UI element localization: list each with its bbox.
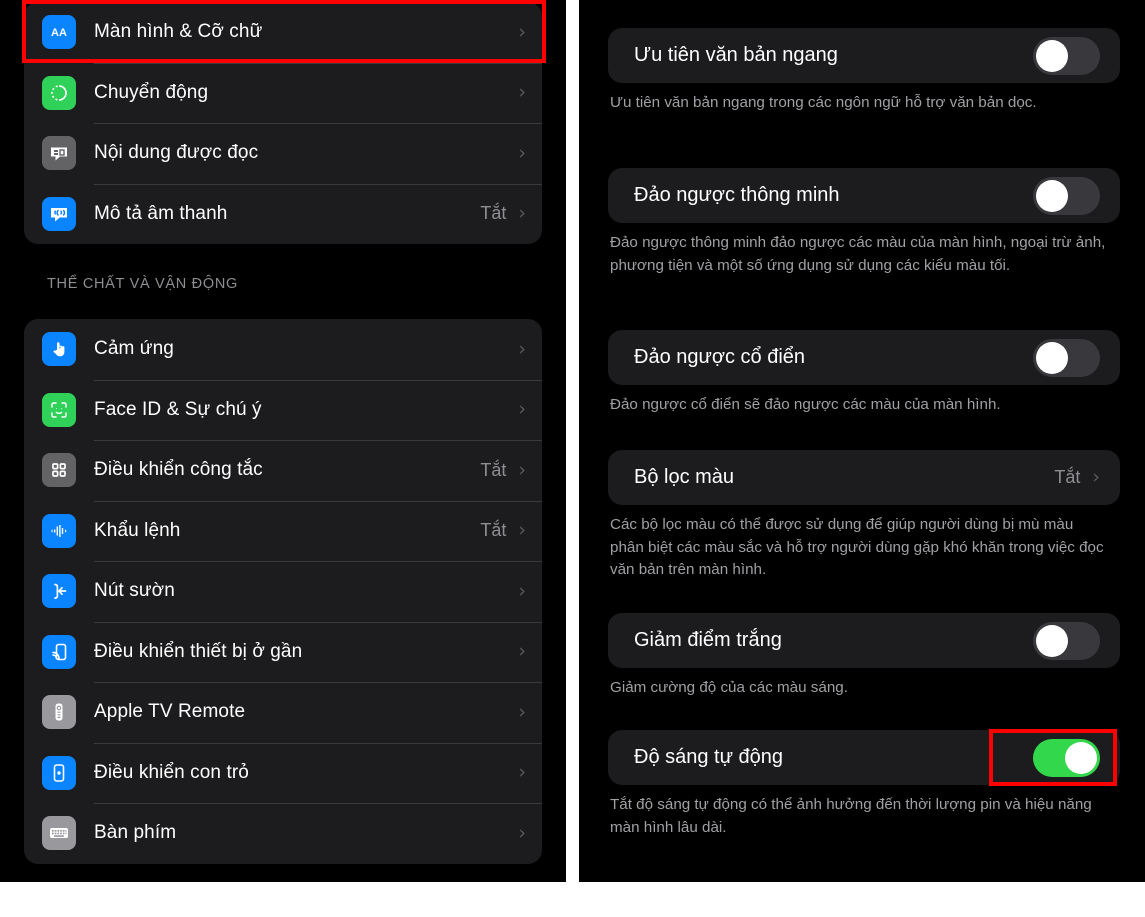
sidebar-item-label: Điều khiển thiết bị ở gần xyxy=(94,640,303,662)
chevron-right-icon: › xyxy=(518,202,526,225)
setting-row-auto-brightness[interactable]: Độ sáng tự động xyxy=(608,730,1120,785)
panel-separator xyxy=(566,0,579,882)
chevron-right-icon: › xyxy=(518,579,526,602)
sidebar-item-spoken-content[interactable]: Nội dung được đọc › xyxy=(24,123,542,184)
chevron-right-icon: › xyxy=(518,20,526,43)
svg-text:AA: AA xyxy=(51,27,67,39)
keyboard-icon xyxy=(42,816,76,851)
sidebar-item-value: Tắt xyxy=(480,520,507,541)
sidebar-item-face-id-attention[interactable]: Face ID & Sự chú ý › xyxy=(24,379,542,441)
setting-label: Độ sáng tự động xyxy=(634,746,784,768)
chevron-right-icon: › xyxy=(518,398,526,421)
setting-row-reduce-white-point[interactable]: Giảm điểm trắng xyxy=(608,613,1120,668)
sidebar-item-label: Nút sườn xyxy=(94,580,175,602)
setting-row-classic-invert[interactable]: Đảo ngược cổ điển xyxy=(608,330,1120,385)
classic-invert-toggle[interactable] xyxy=(1033,338,1100,377)
setting-row-prefer-horizontal-text[interactable]: Ưu tiên văn bản ngang xyxy=(608,28,1120,83)
nearby-device-control-icon xyxy=(42,634,76,669)
sidebar-item-label: Điều khiển công tắc xyxy=(94,459,263,481)
setting-label: Đảo ngược thông minh xyxy=(634,184,840,206)
setting-description: Đảo ngược thông minh đảo ngược các màu c… xyxy=(610,234,1106,274)
chevron-right-icon: › xyxy=(1092,466,1100,488)
sidebar-item-label: Nội dung được đọc xyxy=(94,142,259,164)
group-header-physical-motor: THỂ CHẤT VÀ VẬN ĐỘNG xyxy=(47,276,238,292)
sidebar-item-label: Cảm ứng xyxy=(94,338,174,360)
text-size-icon: AA xyxy=(42,15,76,50)
setting-value: Tắt xyxy=(1054,467,1081,487)
chevron-right-icon: › xyxy=(518,700,526,723)
setting-description: Tắt độ sáng tự động có thể ảnh hưởng đến… xyxy=(610,796,1092,836)
apple-tv-remote-icon xyxy=(42,695,76,730)
sidebar-item-touch[interactable]: Cảm ứng › xyxy=(24,319,542,380)
motion-icon xyxy=(42,75,76,110)
sidebar-item-voice-control[interactable]: Khẩu lệnh Tắt › xyxy=(24,500,542,562)
sidebar-item-keyboard[interactable]: Bàn phím › xyxy=(24,803,542,864)
sidebar-item-audio-descriptions[interactable]: Mô tả âm thanh Tắt › xyxy=(24,183,542,245)
setting-row-color-filters[interactable]: Bộ lọc màu Tắt › xyxy=(608,450,1120,505)
audio-description-icon xyxy=(42,196,76,231)
sidebar-item-value: Tắt xyxy=(480,459,507,480)
sidebar-item-value: Tắt xyxy=(480,203,507,224)
sidebar-item-switch-control[interactable]: Điều khiển công tắc Tắt › xyxy=(24,440,542,501)
sidebar-item-motion[interactable]: Chuyển động › xyxy=(24,62,542,124)
chevron-right-icon: › xyxy=(518,519,526,542)
setting-label: Giảm điểm trắng xyxy=(634,629,782,651)
sidebar-item-label: Chuyển động xyxy=(94,81,209,103)
sidebar-item-apple-tv-remote[interactable]: Apple TV Remote › xyxy=(24,682,542,743)
setting-description: Ưu tiên văn bản ngang trong các ngôn ngữ… xyxy=(610,94,1037,111)
switch-control-icon xyxy=(42,453,76,488)
setting-description: Các bộ lọc màu có thể được sử dụng để gi… xyxy=(610,516,1104,578)
chevron-right-icon: › xyxy=(518,141,526,164)
face-id-icon xyxy=(42,392,76,427)
sidebar-item-label: Apple TV Remote xyxy=(94,701,246,723)
accessibility-vision-group: AA Màn hình & Cỡ chữ › Chuyển động › Nội… xyxy=(24,2,542,244)
chevron-right-icon: › xyxy=(518,81,526,104)
toggle-knob xyxy=(1036,179,1068,212)
side-button-icon xyxy=(42,574,76,609)
chevron-right-icon: › xyxy=(518,761,526,784)
sidebar-item-label: Mô tả âm thanh xyxy=(94,202,228,224)
bottom-margin xyxy=(0,882,1145,917)
sidebar-item-label: Điều khiển con trỏ xyxy=(94,761,249,783)
screenshot-root: AA Màn hình & Cỡ chữ › Chuyển động › Nội… xyxy=(0,0,1145,917)
setting-label: Ưu tiên văn bản ngang xyxy=(634,44,838,66)
reduce-white-point-toggle[interactable] xyxy=(1033,621,1100,660)
pointer-control-icon xyxy=(42,755,76,790)
prefer-horizontal-text-toggle[interactable] xyxy=(1033,36,1100,75)
sidebar-item-label: Màn hình & Cỡ chữ xyxy=(94,21,263,43)
setting-label: Đảo ngược cổ điển xyxy=(634,346,806,368)
toggle-knob xyxy=(1036,39,1068,72)
setting-row-smart-invert[interactable]: Đảo ngược thông minh xyxy=(608,168,1120,223)
toggle-knob xyxy=(1036,341,1068,374)
toggle-knob xyxy=(1065,741,1097,774)
chevron-right-icon: › xyxy=(518,337,526,360)
chevron-right-icon: › xyxy=(518,458,526,481)
sidebar-item-label: Bàn phím xyxy=(94,822,177,844)
left-phone-screen: AA Màn hình & Cỡ chữ › Chuyển động › Nội… xyxy=(0,0,566,882)
sidebar-item-pointer-control[interactable]: Điều khiển con trỏ › xyxy=(24,742,542,804)
sidebar-item-nearby-device-control[interactable]: Điều khiển thiết bị ở gần › xyxy=(24,621,542,683)
sidebar-item-display-text-size[interactable]: AA Màn hình & Cỡ chữ › xyxy=(24,2,542,63)
setting-description: Giảm cường độ của các màu sáng. xyxy=(610,679,848,696)
setting-description: Đảo ngược cổ điển sẽ đảo ngược các màu c… xyxy=(610,396,1001,413)
right-phone-screen: Ưu tiên văn bản ngang Ưu tiên văn bản ng… xyxy=(579,0,1145,882)
sidebar-item-label: Face ID & Sự chú ý xyxy=(94,398,262,420)
spoken-content-icon xyxy=(42,136,76,171)
touch-icon xyxy=(42,332,76,367)
smart-invert-toggle[interactable] xyxy=(1033,176,1100,215)
accessibility-physical-motor-group: Cảm ứng › Face ID & Sự chú ý › Điều khiể… xyxy=(24,319,542,864)
setting-label: Bộ lọc màu xyxy=(634,466,735,488)
chevron-right-icon: › xyxy=(518,640,526,663)
sidebar-item-side-button[interactable]: Nút sườn › xyxy=(24,561,542,622)
auto-brightness-toggle[interactable] xyxy=(1033,738,1100,777)
toggle-knob xyxy=(1036,624,1068,657)
sidebar-item-label: Khẩu lệnh xyxy=(94,519,181,541)
chevron-right-icon: › xyxy=(518,821,526,844)
voice-control-icon xyxy=(42,513,76,548)
